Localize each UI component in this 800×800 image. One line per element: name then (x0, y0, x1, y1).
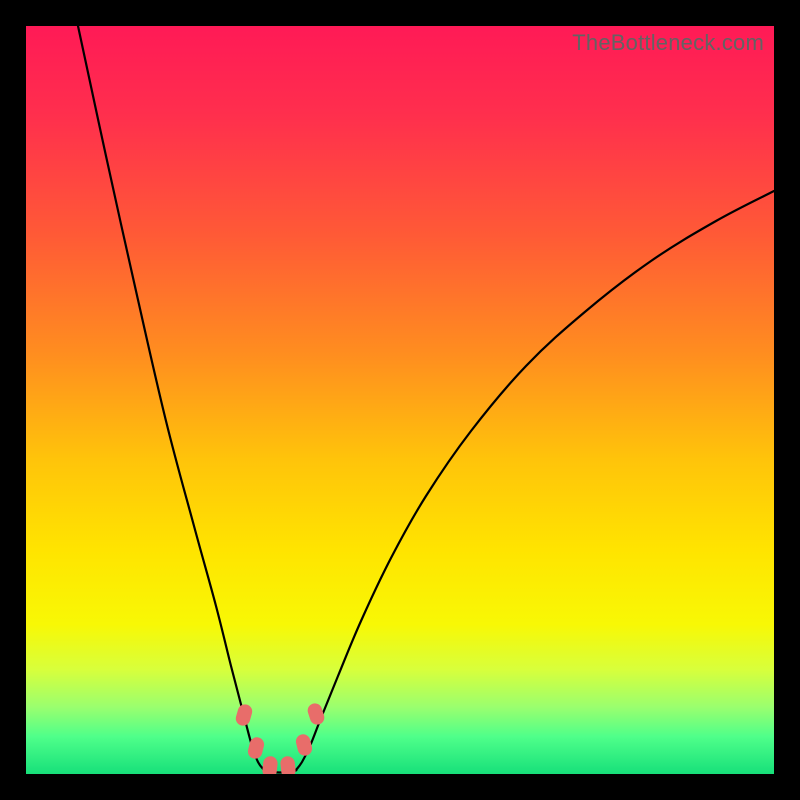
bottleneck-chart (26, 26, 774, 774)
gradient-background (26, 26, 774, 774)
plot-frame: TheBottleneck.com (26, 26, 774, 774)
